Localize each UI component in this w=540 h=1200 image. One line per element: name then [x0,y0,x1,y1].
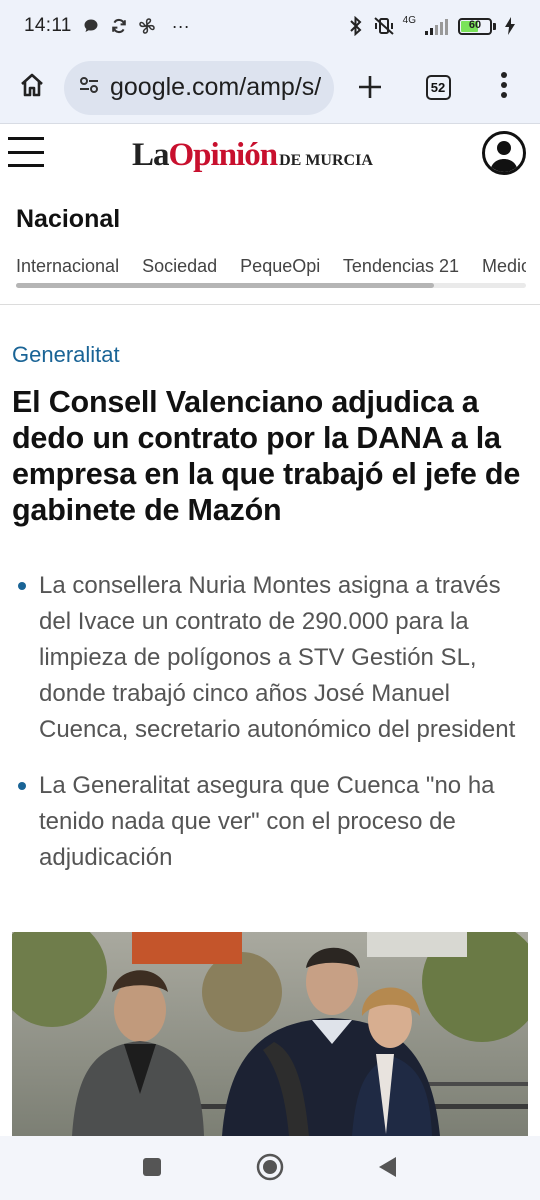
article-summary-list: La consellera Nuria Montes asigna a trav… [14,568,524,896]
logo-opinion: Opinión [168,137,279,173]
fan-icon [138,17,156,35]
article-photo [12,932,528,1136]
subnav-item-tendencias-21[interactable]: Tendencias 21 [343,256,459,276]
network-type: 4G [402,14,416,26]
browser-menu-button[interactable] [470,52,538,124]
status-time: 14:11 [24,15,72,36]
header-divider [0,304,540,305]
battery-indicator: 60 [458,17,496,35]
status-bar: 14:11 ··· 4G 60 [0,0,540,52]
article-headline: El Consell Valenciano adjudica a dedo un… [12,385,521,527]
back-button[interactable] [372,1154,402,1184]
summary-bullet: La consellera Nuria Montes asigna a trav… [14,568,524,748]
back-triangle-icon [376,1155,398,1184]
site-header: LaOpinión DE MURCIA [0,125,540,187]
more-notifications-indicator: ··· [171,15,190,36]
system-navigation-bar [0,1136,540,1200]
vibrate-off-icon [373,17,395,35]
browser-toolbar: google.com/amp/s/ 52 [0,52,540,124]
summary-bullet-text: La Generalitat asegura que Cuenca "no ha… [39,772,495,871]
home-icon [18,71,46,104]
home-nav-button[interactable] [255,1153,285,1186]
new-tab-icon [357,67,383,109]
article-kicker[interactable]: Generalitat [12,342,120,368]
subnav-item-sociedad[interactable]: Sociedad [142,256,217,276]
sync-icon [110,17,128,35]
subnav-item-pequeopi[interactable]: PequeOpi [240,256,320,276]
url-text: google.com/amp/s/ [110,73,322,101]
recents-square-icon [141,1156,163,1183]
charging-bolt-icon [504,17,516,35]
tab-switcher-button[interactable]: 52 [406,52,470,124]
new-tab-button[interactable] [334,52,406,124]
account-icon[interactable] [482,131,526,175]
recents-button[interactable] [137,1154,167,1184]
more-vert-icon [500,71,508,104]
bullet-dot-icon [18,582,26,590]
logo-la: La [132,137,170,173]
site-settings-icon[interactable] [78,74,100,101]
summary-bullet: La Generalitat asegura que Cuenca "no ha… [14,768,524,876]
tab-count: 52 [425,75,451,100]
section-subnav: Internacional Sociedad PequeOpi Tendenci… [16,256,526,282]
logo-suffix: DE MURCIA [279,152,373,169]
section-title[interactable]: Nacional [16,205,120,234]
home-button[interactable] [0,52,64,124]
signal-icon [424,17,450,35]
hamburger-menu-icon[interactable] [8,135,44,169]
subnav-scroll-thumb[interactable] [16,283,434,288]
subnav-item-medio-ambiente[interactable]: Medio Ambiente [482,256,526,276]
subnav-scrollbar[interactable] [16,283,526,288]
summary-bullet-text: La consellera Nuria Montes asigna a trav… [39,572,516,743]
battery-level: 60 [468,18,482,31]
home-circle-icon [256,1153,284,1186]
subnav-item-internacional[interactable]: Internacional [16,256,119,276]
address-bar[interactable]: google.com/amp/s/ [64,60,334,115]
bullet-dot-icon [18,782,26,790]
chat-bubble-icon [82,17,100,35]
site-logo[interactable]: LaOpinión DE MURCIA [132,137,373,174]
bluetooth-icon [347,16,365,36]
